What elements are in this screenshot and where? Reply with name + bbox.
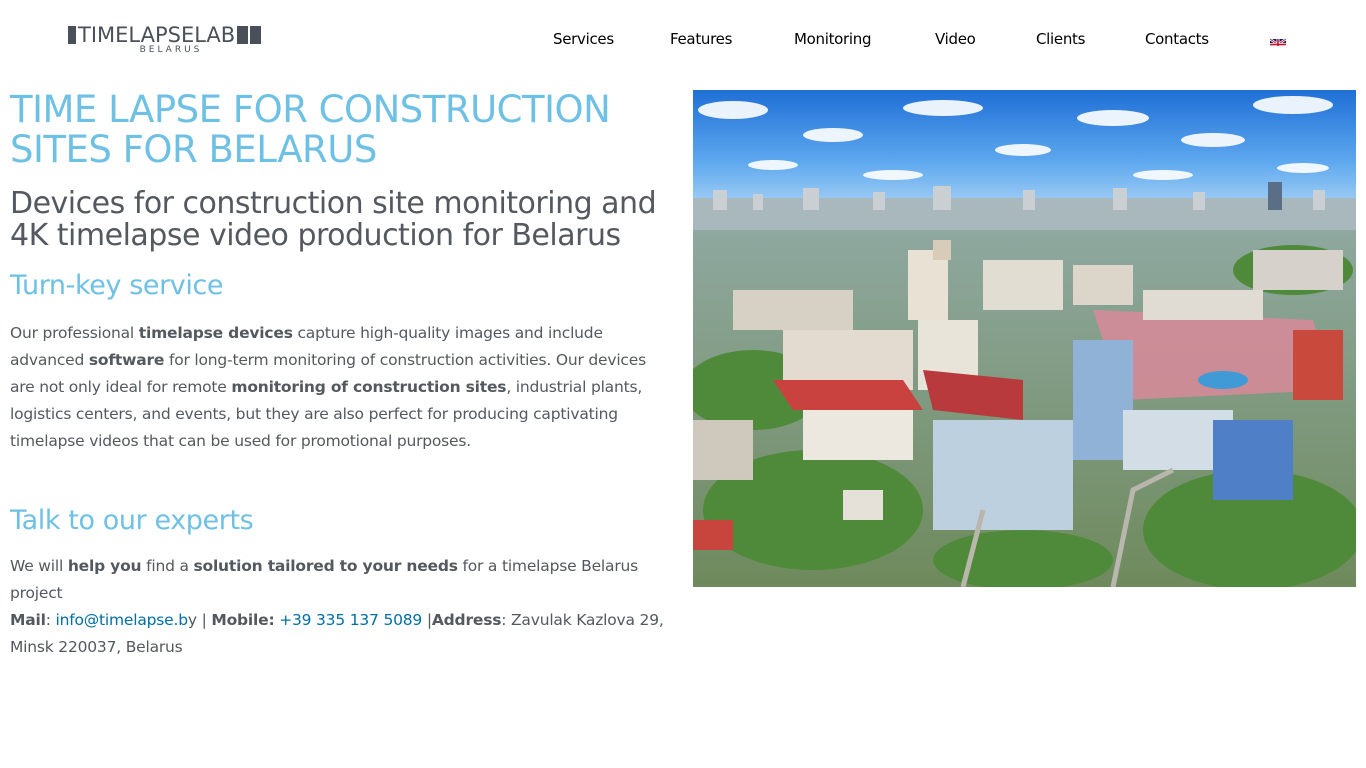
intro-paragraph: Our professional timelapse devices captu…: [10, 320, 670, 455]
mail-separator: :: [45, 611, 56, 629]
turnkey-heading: Turn-key service: [10, 270, 224, 301]
logo-text: TIMELAPSELAB: [78, 23, 236, 47]
intro-bold-devices: timelapse devices: [138, 324, 293, 342]
intro-bold-software: software: [88, 351, 165, 369]
logo-subtitle: BELARUS: [139, 45, 203, 55]
site-header: TIMELAPSELAB BELARUS Services Features M…: [0, 0, 1366, 80]
nav-item-monitoring[interactable]: Monitoring: [794, 30, 872, 48]
uk-flag-icon[interactable]: [1270, 35, 1286, 46]
mail-link[interactable]: info@timelapse.b: [55, 611, 188, 629]
main-content: TIME LAPSE FOR CONSTRUCTION SITES FOR BE…: [10, 90, 670, 661]
contact-paragraph: We will help you find a solution tailore…: [10, 553, 670, 661]
logo-left-bar-icon: [68, 26, 76, 44]
mail-label: Mail: [10, 611, 46, 629]
contact-text: We will: [10, 557, 68, 575]
mobile-label: Mobile:: [211, 611, 275, 629]
page-title: TIME LAPSE FOR CONSTRUCTION SITES FOR BE…: [10, 88, 611, 171]
mobile-after-text: |: [422, 611, 432, 629]
contact-bold-solution: solution tailored to your needs: [193, 557, 458, 575]
address-label: Address: [431, 611, 502, 629]
experts-heading: Talk to our experts: [10, 505, 254, 536]
site-logo[interactable]: TIMELAPSELAB BELARUS: [68, 24, 276, 56]
intro-bold-monitoring: monitoring of construction sites: [231, 378, 507, 396]
nav-item-contacts[interactable]: Contacts: [1145, 30, 1209, 48]
mobile-link[interactable]: +39 335 137 5089: [279, 611, 422, 629]
hero-city-image: [693, 90, 1356, 587]
mail-after-text: y |: [187, 611, 212, 629]
logo-wordmark: TIMELAPSELAB: [68, 23, 262, 47]
contact-bold-help: help you: [67, 557, 142, 575]
nav-item-video[interactable]: Video: [935, 30, 976, 48]
nav-item-features[interactable]: Features: [670, 30, 732, 48]
nav-item-clients[interactable]: Clients: [1036, 30, 1085, 48]
logo-right-block-icon: [237, 26, 249, 44]
intro-text: Our professional: [10, 324, 139, 342]
contact-text: find a: [141, 557, 194, 575]
logo-right-block-icon: [250, 26, 262, 44]
nav-item-services[interactable]: Services: [553, 30, 614, 48]
page-subtitle: Devices for construction site monitoring…: [10, 186, 657, 253]
